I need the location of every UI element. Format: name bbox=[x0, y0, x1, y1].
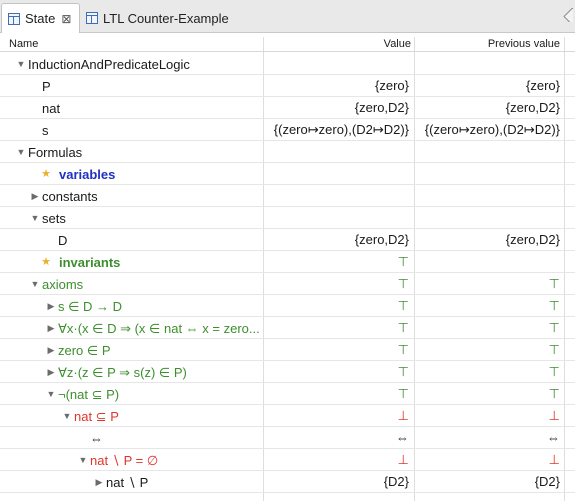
tree-row-formulas[interactable]: ▼ Formulas bbox=[0, 141, 575, 163]
collapse-arrow-icon[interactable]: ▶ bbox=[46, 340, 56, 361]
value-cell: ⊤ bbox=[397, 254, 409, 269]
previous-value-cell: ⊤ bbox=[548, 276, 560, 291]
collapse-arrow-icon[interactable]: ▶ bbox=[46, 296, 56, 317]
view-menu-icon[interactable] bbox=[563, 8, 573, 22]
tree-row[interactable]: s {(zero↦zero),(D2↦D2)} {(zero↦zero),(D2… bbox=[0, 119, 575, 141]
column-header-previous[interactable]: Previous value bbox=[413, 37, 560, 51]
value-cell: ⊤ bbox=[397, 386, 409, 401]
value-cell: {zero} bbox=[375, 78, 409, 93]
row-label: Formulas bbox=[28, 144, 83, 160]
previous-value-cell: ⊤ bbox=[548, 342, 560, 357]
row-label: s bbox=[42, 122, 49, 138]
table-icon bbox=[8, 12, 20, 25]
value-cell: ⊤ bbox=[397, 320, 409, 335]
expand-arrow-icon[interactable]: ▼ bbox=[16, 142, 26, 163]
previous-value-cell: ⊤ bbox=[548, 364, 560, 379]
previous-value-cell: {zero} bbox=[526, 78, 560, 93]
row-label: s ∈ D → D bbox=[58, 298, 123, 314]
value-cell: ⊤ bbox=[397, 342, 409, 357]
value-cell: ⇔ bbox=[396, 430, 409, 445]
collapse-arrow-icon[interactable]: ▶ bbox=[46, 362, 56, 383]
expand-arrow-icon[interactable]: ▼ bbox=[30, 208, 40, 229]
row-label: sets bbox=[42, 210, 66, 226]
tree-row-variables[interactable]: ★ variables bbox=[0, 163, 575, 185]
previous-value-cell: {zero,D2} bbox=[505, 232, 560, 247]
row-label: constants bbox=[42, 188, 98, 204]
row-label: axioms bbox=[42, 276, 84, 292]
row-label: nat ∖ P bbox=[106, 474, 149, 490]
close-icon[interactable]: ⊠ bbox=[61, 13, 71, 25]
tab-state[interactable]: State ⊠ bbox=[1, 3, 80, 33]
row-label: P bbox=[42, 78, 51, 94]
table-header: Name Value Previous value bbox=[0, 37, 575, 52]
previous-value-cell: {zero,D2} bbox=[505, 100, 560, 115]
star-icon: ★ bbox=[41, 167, 51, 180]
tree-row-sets[interactable]: ▼ sets bbox=[0, 207, 575, 229]
row-label: variables bbox=[59, 166, 116, 182]
row-label: zero ∈ P bbox=[58, 342, 111, 358]
tab-ltl-counter-example[interactable]: LTL Counter-Example bbox=[86, 3, 229, 33]
row-label: D bbox=[58, 232, 68, 248]
tree-row-axiom[interactable]: ▶ s ∈ D → D ⊤ ⊤ bbox=[0, 295, 575, 317]
value-cell: {zero,D2} bbox=[354, 100, 409, 115]
row-label: nat bbox=[42, 100, 61, 116]
tree-row-machine[interactable]: ▼ InductionAndPredicateLogic bbox=[0, 53, 575, 75]
row-label: ∀z·(z ∈ P ⇒ s(z) ∈ P) bbox=[58, 364, 187, 380]
value-cell: {D2} bbox=[383, 474, 409, 489]
previous-value-cell: ⊥ bbox=[548, 452, 560, 467]
expand-arrow-icon[interactable]: ▼ bbox=[46, 384, 56, 405]
value-cell: {(zero↦zero),(D2↦D2)} bbox=[273, 122, 409, 137]
column-header-name[interactable]: Name bbox=[9, 37, 38, 51]
value-cell: ⊥ bbox=[397, 452, 409, 467]
tree-row[interactable]: nat {zero,D2} {zero,D2} bbox=[0, 97, 575, 119]
tree-row-constants[interactable]: ▶ constants bbox=[0, 185, 575, 207]
previous-value-cell: ⊥ bbox=[548, 408, 560, 423]
expand-arrow-icon[interactable]: ▼ bbox=[30, 274, 40, 295]
value-cell: ⊥ bbox=[397, 408, 409, 423]
previous-value-cell: ⊤ bbox=[548, 298, 560, 313]
value-cell: ⊤ bbox=[397, 298, 409, 313]
tree-row[interactable]: P {zero} {zero} bbox=[0, 75, 575, 97]
value-cell: {zero,D2} bbox=[354, 232, 409, 247]
value-cell: ⊤ bbox=[397, 276, 409, 291]
row-label: ∀x·(x ∈ D ⇒ (x ∈ nat ⇔ x = zero... bbox=[58, 320, 260, 336]
expand-arrow-icon[interactable]: ▼ bbox=[16, 54, 26, 75]
tree-row-invariants[interactable]: ★ invariants ⊤ bbox=[0, 251, 575, 273]
tree-row-subformula[interactable]: ⇔ ⇔ ⇔ bbox=[0, 427, 575, 449]
column-header-value[interactable]: Value bbox=[264, 37, 411, 51]
row-label: InductionAndPredicateLogic bbox=[28, 56, 190, 72]
previous-value-cell: {D2} bbox=[534, 474, 560, 489]
tree-row-subformula[interactable]: ▶ nat ∖ P {D2} {D2} bbox=[0, 471, 575, 493]
previous-value-cell: {(zero↦zero),(D2↦D2)} bbox=[424, 122, 560, 137]
expand-arrow-icon[interactable]: ▼ bbox=[78, 450, 88, 471]
collapse-arrow-icon[interactable]: ▶ bbox=[30, 186, 40, 207]
view-tab-bar: State ⊠ LTL Counter-Example bbox=[0, 0, 575, 33]
tree-row-axiom[interactable]: ▶ ∀x·(x ∈ D ⇒ (x ∈ nat ⇔ x = zero... ⊤ ⊤ bbox=[0, 317, 575, 339]
previous-value-cell: ⇔ bbox=[547, 430, 560, 445]
previous-value-cell: ⊤ bbox=[548, 386, 560, 401]
tab-state-label: State bbox=[25, 11, 56, 26]
row-label: nat ⊆ P bbox=[74, 408, 119, 424]
collapse-arrow-icon[interactable]: ▶ bbox=[46, 318, 56, 339]
collapse-arrow-icon[interactable]: ▶ bbox=[94, 472, 104, 493]
tree-row-subformula[interactable]: ▼ nat ⊆ P ⊥ ⊥ bbox=[0, 405, 575, 427]
tree-row-axiom[interactable]: ▶ zero ∈ P ⊤ ⊤ bbox=[0, 339, 575, 361]
expand-arrow-icon[interactable]: ▼ bbox=[62, 406, 72, 427]
tree-row-axioms[interactable]: ▼ axioms ⊤ ⊤ bbox=[0, 273, 575, 295]
previous-value-cell: ⊤ bbox=[548, 320, 560, 335]
tree-row[interactable]: D {zero,D2} {zero,D2} bbox=[0, 229, 575, 251]
row-label: ⇔ bbox=[90, 430, 103, 446]
row-label: ¬(nat ⊆ P) bbox=[58, 386, 120, 402]
value-cell: ⊤ bbox=[397, 364, 409, 379]
row-label: nat ∖ P = ∅ bbox=[90, 452, 159, 468]
tree-row-subformula[interactable]: ▼ nat ∖ P = ∅ ⊥ ⊥ bbox=[0, 449, 575, 471]
state-tree-table: ▼ InductionAndPredicateLogic P {zero} {z… bbox=[0, 53, 575, 493]
star-icon: ★ bbox=[41, 255, 51, 268]
tree-row-axiom[interactable]: ▼ ¬(nat ⊆ P) ⊤ ⊤ bbox=[0, 383, 575, 405]
table-icon bbox=[86, 12, 98, 24]
tab-ltl-label: LTL Counter-Example bbox=[103, 10, 229, 26]
tree-row-axiom[interactable]: ▶ ∀z·(z ∈ P ⇒ s(z) ∈ P) ⊤ ⊤ bbox=[0, 361, 575, 383]
row-label: invariants bbox=[59, 254, 121, 270]
